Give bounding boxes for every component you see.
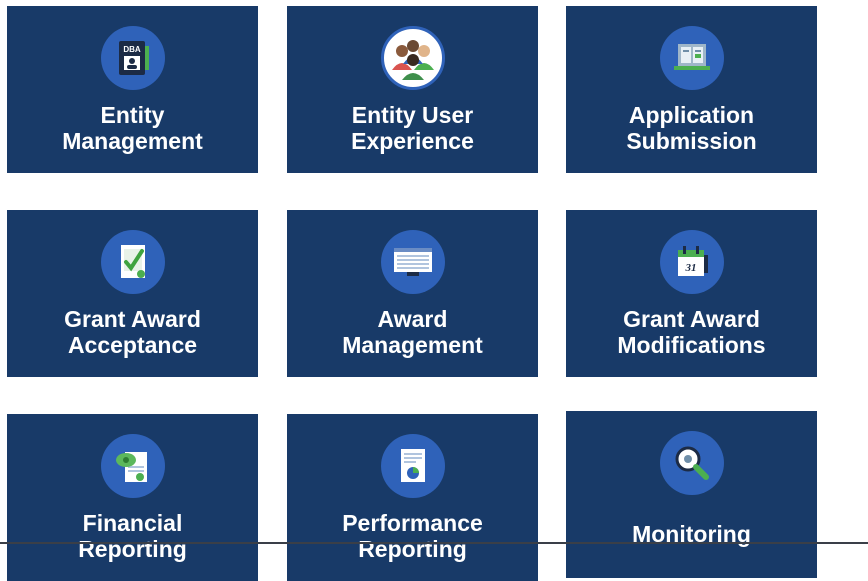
tile-application-submission[interactable]: Application Submission <box>566 6 817 173</box>
laptop-document-icon <box>659 26 724 90</box>
monitor-table-icon <box>380 230 445 294</box>
tile-financial-reporting[interactable]: Financial Reporting <box>7 414 258 581</box>
magnifier-gear-icon <box>659 431 724 495</box>
dba-badge-icon: DBA <box>100 26 165 90</box>
tile-award-management[interactable]: Award Management <box>287 210 538 377</box>
tile-label: Financial Reporting <box>78 510 187 562</box>
tile-performance-reporting[interactable]: Performance Reporting <box>287 414 538 581</box>
report-chart-icon <box>380 434 445 498</box>
svg-text:DBA: DBA <box>123 45 141 54</box>
tile-label: Application Submission <box>626 102 757 154</box>
tile-label: Grant Award Acceptance <box>64 306 201 358</box>
calendar-icon: 31 <box>659 230 724 294</box>
tile-monitoring[interactable]: Monitoring <box>566 411 817 578</box>
tile-grant-award-modifications[interactable]: 31 Grant Award Modifications <box>566 210 817 377</box>
tile-label: Entity Management <box>62 102 203 154</box>
tile-entity-management[interactable]: DBA Entity Management <box>7 6 258 173</box>
tile-label: Performance Reporting <box>342 510 483 562</box>
tile-label: Entity User Experience <box>351 102 474 154</box>
money-document-icon <box>100 434 165 498</box>
tile-label: Award Management <box>342 306 483 358</box>
checked-document-icon <box>100 230 165 294</box>
tile-grant-award-acceptance[interactable]: Grant Award Acceptance <box>7 210 258 377</box>
tile-entity-user-experience[interactable]: Entity User Experience <box>287 6 538 173</box>
svg-text:31: 31 <box>684 262 696 274</box>
tile-label: Grant Award Modifications <box>617 306 766 358</box>
users-group-icon <box>380 26 445 90</box>
